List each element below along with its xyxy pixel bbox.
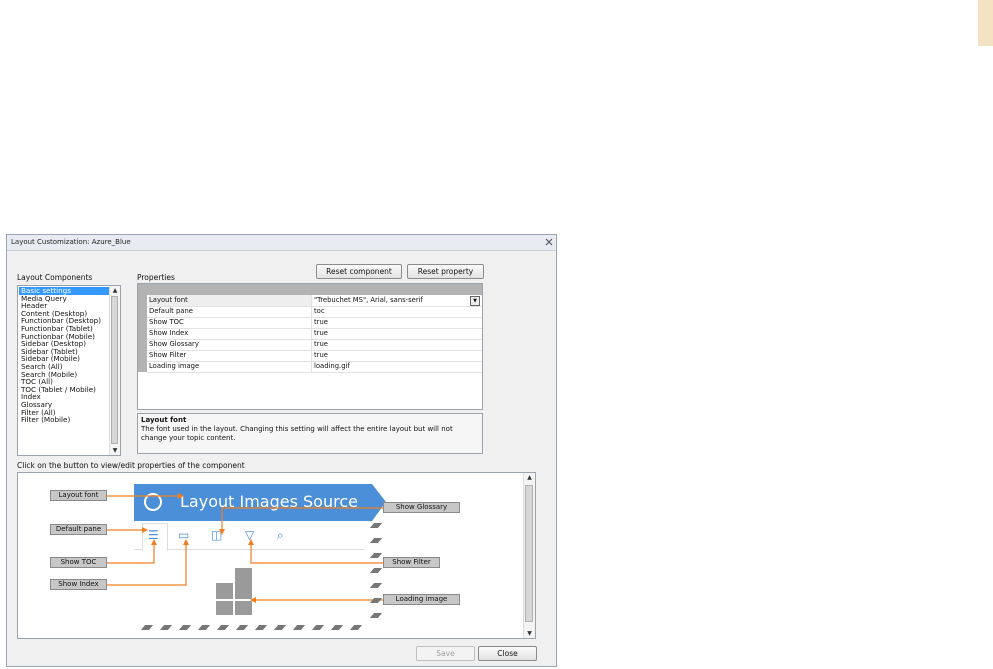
property-value[interactable]: toc (314, 306, 325, 317)
scroll-down-icon[interactable]: ▼ (110, 446, 120, 455)
scroll-up-icon[interactable]: ▲ (110, 286, 120, 295)
property-name: Show TOC (149, 317, 312, 328)
layout-components-list[interactable]: Basic settings Media Query Header Content (… (17, 285, 121, 456)
preview-scrollbar[interactable]: ▲ ▼ (523, 473, 535, 638)
arrowhead-default-pane (142, 527, 148, 533)
property-name: Show Index (149, 328, 312, 339)
components-scrollbar[interactable]: ▲ ▼ (109, 286, 120, 455)
close-button[interactable]: Close (478, 646, 537, 661)
layout-components-label: Layout Components (17, 273, 93, 282)
title-bar: Layout Customization: Azure_Blue (7, 235, 556, 251)
property-name: Layout font (149, 295, 312, 306)
arrowhead-show-filter (248, 539, 254, 545)
arrowhead-show-toc (151, 539, 157, 545)
preview-scroll-track[interactable]: ▲ ▼ (524, 473, 535, 638)
description-text: The font used in the layout. Changing th… (141, 425, 453, 442)
property-name: Show Filter (149, 350, 312, 361)
property-value[interactable]: loading.gif (314, 361, 350, 372)
property-description: Layout font The font used in the layout.… (137, 413, 483, 454)
properties-grid: Layout font "Trebuchet MS", Arial, sans-s… (137, 283, 483, 410)
reset-component-button[interactable]: Reset component (316, 264, 402, 279)
window-close-icon[interactable] (545, 238, 553, 246)
layout-customization-dialog: Layout Customization: Azure_Blue Layout … (6, 234, 557, 667)
preview-scroll-up-icon[interactable]: ▲ (524, 473, 535, 482)
scroll-thumb[interactable] (111, 296, 118, 444)
property-name: Default pane (149, 306, 312, 317)
properties-label: Properties (137, 273, 175, 282)
property-value[interactable]: true (314, 317, 328, 328)
property-value[interactable]: true (314, 339, 328, 350)
property-name: Loading image (149, 361, 312, 372)
description-title: Layout font (141, 416, 187, 424)
arrowhead-loading-image (250, 597, 256, 603)
preview-hint: Click on the button to view/edit propert… (17, 461, 245, 470)
arrowhead-show-glossary (219, 529, 225, 535)
arrow-show-index (107, 545, 187, 586)
property-value[interactable]: true (314, 328, 328, 339)
arrow-show-glossary (221, 507, 383, 529)
dropdown-arrow-icon[interactable]: ▼ (470, 296, 480, 306)
grid-gutter (138, 295, 147, 372)
property-row[interactable]: Loading image loading.gif (147, 361, 482, 373)
property-name: Show Glossary (149, 339, 312, 350)
components-items: Basic settings Media Query Header Content (… (19, 287, 109, 424)
arrow-show-toc (107, 545, 155, 564)
corner-tab (978, 0, 993, 46)
property-value[interactable]: true (314, 350, 328, 361)
grid-header (138, 284, 482, 295)
layout-preview: Layout Images Source ☰ ▭ ◫ ▽ ⌕ Layout fo… (17, 472, 536, 639)
window-title: Layout Customization: Azure_Blue (11, 238, 131, 246)
arrowhead-show-index (183, 539, 189, 545)
callout-arrows (107, 493, 383, 603)
reset-property-button[interactable]: Reset property (407, 264, 484, 279)
arrow-show-filter (250, 545, 383, 564)
preview-scroll-down-icon[interactable]: ▼ (524, 629, 535, 638)
property-value[interactable]: "Trebuchet MS", Arial, sans-serif (314, 295, 423, 306)
component-item[interactable]: Filter (Mobile) (19, 416, 109, 424)
arrowhead-layout-font (178, 493, 184, 499)
save-button[interactable]: Save (416, 646, 475, 661)
preview-scroll-thumb[interactable] (525, 485, 533, 622)
